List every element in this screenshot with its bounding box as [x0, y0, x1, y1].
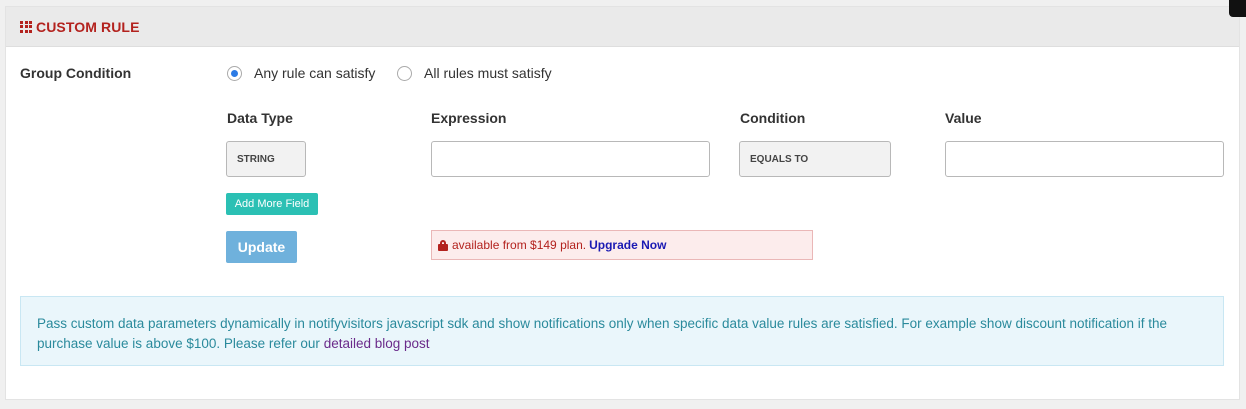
data-type-select[interactable]: STRING	[226, 141, 306, 177]
info-text: Pass custom data parameters dynamically …	[37, 316, 1168, 351]
add-more-field-button[interactable]: Add More Field	[226, 193, 318, 215]
column-condition: Condition	[740, 110, 806, 126]
upgrade-text: available from $149 plan.	[452, 238, 587, 252]
column-data-type: Data Type	[227, 110, 293, 126]
column-value: Value	[945, 110, 982, 126]
expression-input[interactable]	[431, 141, 710, 177]
radio-unselected-icon[interactable]	[397, 65, 412, 81]
radio-all-rules-label: All rules must satisfy	[424, 65, 552, 81]
lock-icon	[438, 239, 448, 251]
value-input[interactable]	[945, 141, 1224, 177]
grid-icon	[20, 20, 32, 33]
corner-widget	[1229, 0, 1246, 17]
radio-selected-icon[interactable]	[227, 65, 242, 81]
column-expression: Expression	[431, 110, 507, 126]
radio-any-rule-label: Any rule can satisfy	[254, 65, 376, 81]
custom-rule-panel: CUSTOM RULE Group Condition Any rule can…	[5, 6, 1240, 400]
radio-all-rules[interactable]: All rules must satisfy	[397, 65, 552, 81]
update-button[interactable]: Update	[226, 231, 297, 263]
info-message: Pass custom data parameters dynamically …	[20, 296, 1224, 366]
group-condition-label: Group Condition	[20, 65, 132, 81]
panel-title: CUSTOM RULE	[36, 18, 140, 35]
upgrade-notice: available from $149 plan. Upgrade Now	[431, 230, 813, 260]
upgrade-now-link[interactable]: Upgrade Now	[589, 238, 666, 252]
panel-header: CUSTOM RULE	[6, 7, 1239, 47]
condition-select[interactable]: EQUALS TO	[739, 141, 891, 177]
radio-any-rule[interactable]: Any rule can satisfy	[227, 65, 375, 81]
blog-post-link[interactable]: detailed blog post	[324, 336, 430, 351]
